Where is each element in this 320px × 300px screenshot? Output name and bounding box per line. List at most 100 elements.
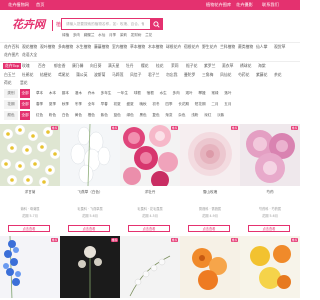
hot-search-item[interactable]: 多肉 (73, 33, 80, 37)
category-link[interactable]: 风信子 (130, 72, 141, 78)
product-card[interactable]: 推荐 洋牡丹 毛茛科 · 花毛茛属 花期 4-5月 点击查看 (120, 124, 180, 236)
category-link[interactable]: 观花植物 (22, 44, 37, 50)
hot-search-item[interactable]: 绿植 (62, 33, 69, 37)
category-link[interactable]: 樱花 (141, 63, 149, 69)
filter-option[interactable]: 乔木 (88, 89, 95, 98)
search-input[interactable]: 请输入您要搜索的植物名称，如：玫瑰、百合、郁金香等花卉 (66, 22, 144, 27)
hot-search-item[interactable]: 茉莉 (120, 33, 127, 37)
view-button[interactable]: 点击查看 (248, 225, 290, 232)
product-name[interactable]: 洋牡丹 (120, 190, 180, 195)
hot-search-item[interactable]: 发财树 (131, 33, 142, 37)
category-link[interactable]: 紫罗兰 (204, 63, 215, 69)
filter-option[interactable]: 灌木 (75, 89, 82, 98)
category-link[interactable]: 宿根花卉 (184, 44, 199, 50)
filter-option[interactable]: 攀援 (198, 89, 205, 98)
product-card[interactable]: 推荐 洋甘菊 菊科 · 母菊属 花期 5-7月 点击查看 (0, 124, 60, 236)
category-link[interactable]: 野生花卉 (202, 44, 217, 50)
filter-option[interactable]: 杂色 (178, 111, 185, 120)
filter-option[interactable]: 藤本 (62, 89, 69, 98)
category-link[interactable]: 紫藤花 (256, 72, 267, 78)
hot-search-item[interactable]: 水仙 (98, 33, 105, 37)
product-image-peony[interactable]: 推荐 (240, 124, 300, 186)
filter-option-active[interactable]: 全部 (20, 111, 31, 120)
product-image-ranunculus[interactable]: 推荐 (120, 124, 180, 186)
product-image-orange-poppy[interactable]: 推荐 (180, 236, 240, 298)
category-link[interactable]: 桂花 (156, 63, 164, 69)
category-link[interactable]: 茶花 (274, 72, 282, 78)
view-button[interactable]: 点击查看 (68, 225, 110, 232)
category-link[interactable]: 郁金香 (54, 63, 65, 69)
category-link[interactable]: 曼陀罗 (184, 72, 195, 78)
filter-option[interactable]: 淡紫 (217, 111, 224, 120)
filter-option[interactable]: 夏季 (49, 100, 56, 109)
filter-option[interactable]: 早春 (101, 100, 108, 109)
category-link[interactable]: 兰科植物 (220, 44, 235, 50)
category-link[interactable]: 牡丹 (126, 63, 134, 69)
filter-option[interactable]: 红色 (36, 111, 43, 120)
category-link[interactable]: 百合 (38, 63, 46, 69)
category-link[interactable]: 海棠 (258, 63, 266, 69)
filter-option[interactable]: 紫色 (101, 111, 108, 120)
filter-option[interactable]: 短花期 (195, 100, 206, 109)
filter-option[interactable]: 多肉 (173, 89, 180, 98)
view-button[interactable]: 点击查看 (8, 225, 50, 232)
filter-option[interactable]: 冬季 (75, 100, 82, 109)
category-link[interactable]: 藤蔓植物 (94, 44, 109, 50)
filter-option[interactable]: 晚秋 (139, 100, 146, 109)
product-card[interactable]: 推荐 芍药 芍药科 · 芍药属 花期 5-6月 点击查看 (240, 124, 300, 236)
category-link[interactable]: 草本植物 (130, 44, 145, 50)
filter-option[interactable]: 木本 (49, 89, 56, 98)
filter-option[interactable]: 草本 (36, 89, 43, 98)
category-link[interactable]: 君子兰 (148, 72, 159, 78)
category-link[interactable]: 木本植物 (148, 44, 163, 50)
category-link[interactable]: 勿忘我 (166, 72, 177, 78)
view-button[interactable]: 点击查看 (188, 225, 230, 232)
category-link[interactable]: 芍药花 (238, 72, 249, 78)
filter-option[interactable]: 春季 (36, 100, 43, 109)
product-name[interactable]: 芍药 (240, 190, 300, 195)
filter-option[interactable]: 橙色 (88, 111, 95, 120)
category-link[interactable]: 观赏草 (274, 44, 285, 50)
category-link[interactable]: 向日葵 (90, 63, 101, 69)
category-link[interactable]: 薰衣草 (222, 63, 233, 69)
filter-option[interactable]: 落叶 (224, 89, 231, 98)
category-link[interactable]: 三角梅 (202, 72, 213, 78)
product-image-yellow-poppy[interactable]: 推荐 (240, 236, 300, 298)
view-button[interactable]: 点击查看 (128, 225, 170, 232)
filter-option[interactable]: 宿根 (147, 89, 154, 98)
product-image-delphinium[interactable]: 推荐 (0, 236, 60, 298)
filter-option[interactable]: 深红 (204, 111, 211, 120)
category-link[interactable]: 仙人掌 (256, 44, 267, 50)
category-link[interactable]: 蒲公英 (76, 72, 87, 78)
product-name[interactable]: 雪山玫瑰 (180, 190, 240, 195)
topbar-link-contact[interactable]: 联系我们 (262, 2, 279, 8)
category-link[interactable]: 栀子花 (186, 63, 197, 69)
filter-option[interactable]: 复色 (152, 111, 159, 120)
category-link[interactable]: 杜鹃花 (22, 72, 33, 78)
filter-option[interactable]: 水生 (160, 89, 167, 98)
category-link[interactable]: 马蹄莲 (112, 72, 123, 78)
category-link[interactable]: 荷花 (4, 80, 12, 86)
filter-option[interactable]: 秋季 (62, 100, 69, 109)
topbar-link-home[interactable]: 首页 (36, 2, 44, 8)
category-link[interactable]: 昙花 (20, 80, 28, 86)
product-image-larkspur[interactable]: 推荐 (60, 124, 120, 186)
category-link[interactable]: 白玉兰 (4, 72, 15, 78)
search-box[interactable]: 请输入您要搜索的植物名称，如：玫瑰、百合、郁金香等花卉 (61, 18, 162, 30)
category-link[interactable]: 茉莉 (171, 63, 179, 69)
filter-option[interactable]: 一年生 (117, 89, 128, 98)
category-link[interactable]: 桔梗花 (40, 72, 51, 78)
filter-option[interactable]: 初夏 (114, 100, 121, 109)
filter-option[interactable]: 五月 (224, 100, 231, 109)
filter-option[interactable]: 盛夏 (127, 100, 134, 109)
category-link[interactable]: 鸢尾花 (58, 72, 69, 78)
site-logo[interactable]: 花卉网 (12, 18, 45, 32)
filter-option-active[interactable]: 全部 (20, 89, 31, 98)
filter-option[interactable]: 粉色 (49, 111, 56, 120)
filter-option[interactable]: 浅粉 (191, 111, 198, 120)
hot-search-item[interactable]: 蝴蝶兰 (84, 33, 95, 37)
product-name[interactable]: 飞燕草（白色） (60, 190, 120, 195)
filter-option[interactable]: 四季 (165, 100, 172, 109)
filter-option[interactable]: 常绿 (211, 89, 218, 98)
filter-option[interactable]: 白色 (62, 111, 69, 120)
